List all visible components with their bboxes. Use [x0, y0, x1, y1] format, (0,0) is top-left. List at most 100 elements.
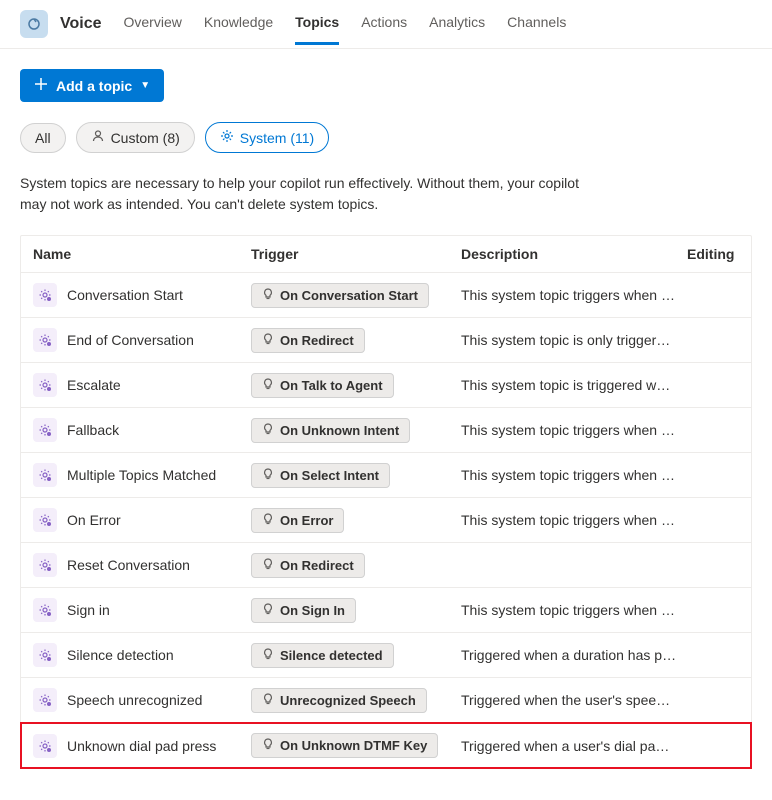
info-text: System topics are necessary to help your… [20, 173, 580, 215]
trigger-chip[interactable]: On Conversation Start [251, 283, 429, 308]
lightbulb-icon [262, 648, 274, 663]
tab-channels[interactable]: Channels [507, 14, 566, 45]
lightbulb-icon [262, 288, 274, 303]
lightbulb-icon [262, 693, 274, 708]
cell-name: On Error [33, 508, 251, 532]
cell-name: Speech unrecognized [33, 688, 251, 712]
cell-description: This system topic is triggered when t… [461, 377, 687, 393]
filter-system[interactable]: System (11) [205, 122, 329, 153]
topic-name: Sign in [67, 602, 110, 618]
table-row[interactable]: Reset ConversationOn Redirect [21, 543, 751, 588]
app-title: Voice [60, 15, 102, 33]
trigger-chip[interactable]: On Talk to Agent [251, 373, 394, 398]
trigger-label: On Unknown DTMF Key [280, 738, 427, 753]
lightbulb-icon [262, 513, 274, 528]
trigger-label: On Redirect [280, 333, 354, 348]
topic-gear-icon [33, 418, 57, 442]
cell-description: This system topic is only triggered by … [461, 332, 687, 348]
filter-row: All Custom (8) System (11) [20, 122, 752, 153]
col-header-name[interactable]: Name [33, 246, 251, 262]
table-row[interactable]: Multiple Topics Matched On Select Intent T… [21, 453, 751, 498]
app-icon [20, 10, 48, 38]
cell-name: Reset Conversation [33, 553, 251, 577]
table-row[interactable]: Speech unrecognizedUnrecognized Speech Tr… [21, 678, 751, 723]
topic-gear-icon [33, 283, 57, 307]
cell-trigger: Silence detected [251, 643, 461, 668]
add-topic-button[interactable]: Add a topic ▼ [20, 69, 164, 102]
col-header-trigger[interactable]: Trigger [251, 246, 461, 262]
cell-name: Silence detection [33, 643, 251, 667]
cell-trigger: On Talk to Agent [251, 373, 461, 398]
topic-name: Silence detection [67, 647, 174, 663]
tab-actions[interactable]: Actions [361, 14, 407, 45]
col-header-description[interactable]: Description [461, 246, 687, 262]
lightbulb-icon [262, 603, 274, 618]
tab-analytics[interactable]: Analytics [429, 14, 485, 45]
filter-custom[interactable]: Custom (8) [76, 122, 195, 153]
col-header-editing[interactable]: Editing [687, 246, 739, 262]
cell-name: End of Conversation [33, 328, 251, 352]
trigger-chip[interactable]: On Redirect [251, 328, 365, 353]
person-icon [91, 129, 105, 146]
table-row[interactable]: Silence detection Silence detected Trigger… [21, 633, 751, 678]
trigger-chip[interactable]: On Error [251, 508, 344, 533]
table-row[interactable]: On ErrorOn ErrorThis system topic trigge… [21, 498, 751, 543]
cell-trigger: Unrecognized Speech [251, 688, 461, 713]
table-row[interactable]: Sign in On Sign In This system topic trigg… [21, 588, 751, 633]
topics-table: Name Trigger Description Editing Convers… [20, 235, 752, 769]
tab-overview[interactable]: Overview [124, 14, 182, 45]
topic-gear-icon [33, 553, 57, 577]
cell-description: Triggered when a user's dial pad inpu… [461, 738, 687, 754]
cell-trigger: On Select Intent [251, 463, 461, 488]
trigger-label: On Select Intent [280, 468, 379, 483]
topic-name: End of Conversation [67, 332, 194, 348]
trigger-label: On Talk to Agent [280, 378, 383, 393]
cell-name: Conversation Start [33, 283, 251, 307]
cell-name: Escalate [33, 373, 251, 397]
trigger-chip[interactable]: On Select Intent [251, 463, 390, 488]
app-header: Voice Overview Knowledge Topics Actions … [0, 0, 772, 49]
cell-description: Triggered when a duration has passe… [461, 647, 687, 663]
table-row[interactable]: Escalate On Talk to Agent This system topi… [21, 363, 751, 408]
lightbulb-icon [262, 558, 274, 573]
lightbulb-icon [262, 738, 274, 753]
filter-custom-label: Custom (8) [111, 130, 180, 146]
tab-knowledge[interactable]: Knowledge [204, 14, 273, 45]
trigger-chip[interactable]: Silence detected [251, 643, 394, 668]
table-row[interactable]: FallbackOn Unknown IntentThis system top… [21, 408, 751, 453]
cell-name: Fallback [33, 418, 251, 442]
topic-name: Escalate [67, 377, 121, 393]
cell-trigger: On Unknown DTMF Key [251, 733, 461, 758]
cell-description: This system topic triggers when the b… [461, 467, 687, 483]
add-topic-label: Add a topic [56, 78, 132, 94]
topic-gear-icon [33, 508, 57, 532]
topic-name: Conversation Start [67, 287, 183, 303]
content-area: Add a topic ▼ All Custom (8) System (11)… [0, 49, 772, 789]
topic-name: On Error [67, 512, 121, 528]
cell-name: Unknown dial pad press [33, 734, 251, 758]
nav-tabs: Overview Knowledge Topics Actions Analyt… [124, 14, 567, 34]
topic-gear-icon [33, 373, 57, 397]
lightbulb-icon [262, 333, 274, 348]
trigger-chip[interactable]: On Redirect [251, 553, 365, 578]
table-header: Name Trigger Description Editing [21, 236, 751, 273]
lightbulb-icon [262, 468, 274, 483]
trigger-label: On Conversation Start [280, 288, 418, 303]
trigger-chip[interactable]: On Unknown Intent [251, 418, 410, 443]
filter-all[interactable]: All [20, 123, 66, 153]
cell-description: This system topic triggers when the b… [461, 287, 687, 303]
tab-topics[interactable]: Topics [295, 14, 339, 45]
cell-name: Multiple Topics Matched [33, 463, 251, 487]
table-row[interactable]: Conversation Start On Conversation Start T… [21, 273, 751, 318]
trigger-chip[interactable]: Unrecognized Speech [251, 688, 427, 713]
cell-description: Triggered when the user's speech inp… [461, 692, 687, 708]
table-row[interactable]: Unknown dial pad press On Unknown DTMF Ke… [21, 723, 751, 768]
lightbulb-icon [262, 378, 274, 393]
trigger-label: On Sign In [280, 603, 345, 618]
cell-description: This system topic triggers when the b… [461, 602, 687, 618]
trigger-chip[interactable]: On Unknown DTMF Key [251, 733, 438, 758]
trigger-chip[interactable]: On Sign In [251, 598, 356, 623]
filter-system-label: System (11) [240, 130, 314, 146]
topic-gear-icon [33, 734, 57, 758]
table-row[interactable]: End of Conversation On Redirect This syste… [21, 318, 751, 363]
